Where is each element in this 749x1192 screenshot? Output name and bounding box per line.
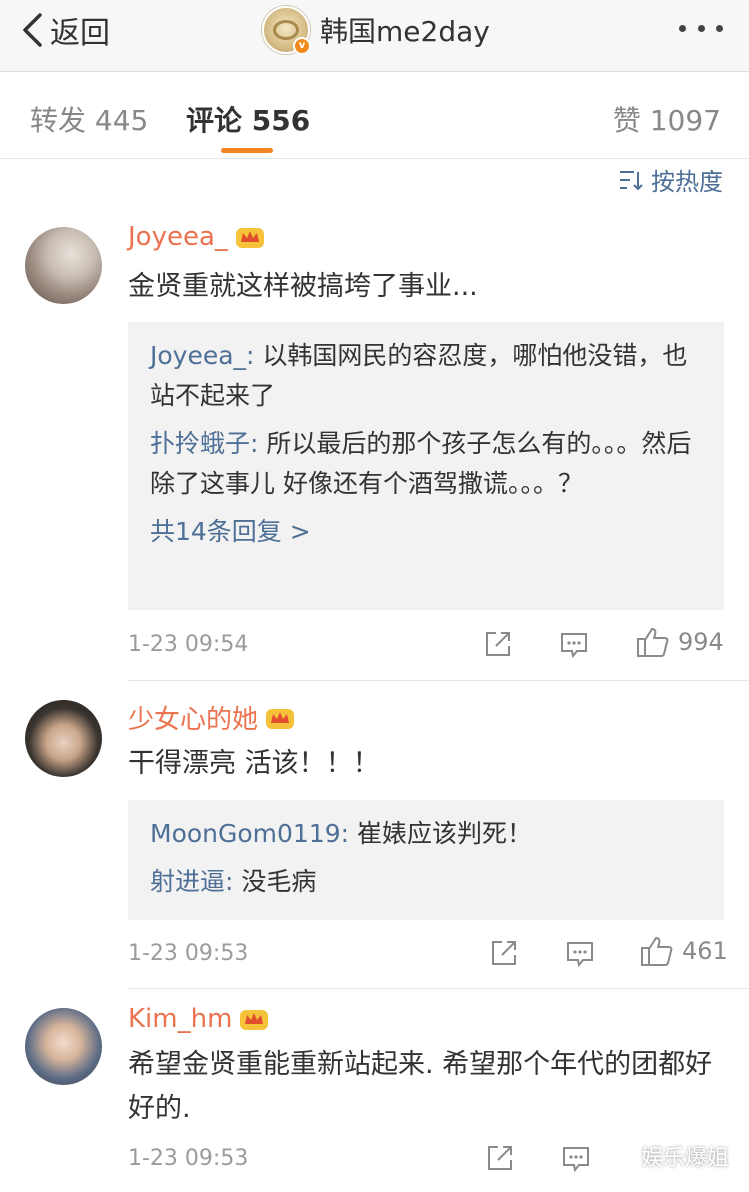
reply-item: MoonGom0119: 崔婊应该判死！ xyxy=(150,814,702,854)
reply-text: 没毛病 xyxy=(233,867,317,896)
reply-text: 崔婊应该判死！ xyxy=(349,819,533,848)
thumbs-up-icon xyxy=(641,937,673,966)
more-options-icon[interactable] xyxy=(679,18,723,38)
view-all-replies-link[interactable]: 共14条回复 > xyxy=(150,512,702,552)
comment-meta-row: 1-23 09:54 994 xyxy=(128,626,724,666)
comment-username[interactable]: Kim_hm xyxy=(128,1004,270,1034)
like-count: 461 xyxy=(682,937,728,965)
comment-text: 金贤重就这样被搞垮了事业... xyxy=(128,271,478,302)
chevron-left-icon xyxy=(23,13,42,47)
sort-by-hot-button[interactable]: 按热度 xyxy=(619,162,723,197)
page-title: 韩国me2day xyxy=(320,15,490,48)
reply-comment-icon[interactable] xyxy=(558,628,590,660)
wechat-icon xyxy=(606,1144,636,1167)
share-icon[interactable] xyxy=(484,1142,516,1174)
comment-text: 干得漂亮 活该！！！ xyxy=(128,748,380,779)
reply-username[interactable]: Joyeea_: xyxy=(150,341,254,370)
comment-username[interactable]: Joyeea_ xyxy=(128,222,266,252)
reply-box[interactable]: Joyeea_: 以韩国网民的容忍度，哪怕他没错，也站不起来了 扑拎蛾子: 所以… xyxy=(128,322,724,610)
comment-time: 1-23 09:53 xyxy=(128,941,249,966)
watermark: 娱乐爆姐 xyxy=(606,1140,729,1172)
comment-username[interactable]: 少女心的她 xyxy=(128,699,296,736)
tab-bar: 转发 445 评论 556 赞 1097 xyxy=(0,73,749,159)
thumbs-up-icon xyxy=(637,628,669,657)
comment-time: 1-23 09:54 xyxy=(128,632,249,657)
tab-repost[interactable]: 转发 445 xyxy=(30,99,148,139)
account-avatar[interactable]: v xyxy=(262,6,311,55)
comment-text: 希望金贤重能重新站起来. 希望那个年代的团都好好的. xyxy=(128,1049,713,1124)
sort-icon xyxy=(620,170,643,190)
comment-time: 1-23 09:53 xyxy=(128,1146,249,1171)
share-icon[interactable] xyxy=(488,937,520,969)
crown-badge-icon xyxy=(240,1010,269,1030)
back-label: 返回 xyxy=(50,16,110,51)
reply-username[interactable]: MoonGom0119: xyxy=(150,819,349,848)
username-text: Kim_hm xyxy=(128,1004,233,1034)
like-button[interactable]: 461 xyxy=(640,935,728,967)
tab-comments[interactable]: 评论 556 xyxy=(186,99,310,139)
sort-label: 按热度 xyxy=(651,168,723,196)
avatar[interactable] xyxy=(25,227,102,304)
reply-username[interactable]: 射进逼: xyxy=(150,867,233,896)
crown-badge-icon xyxy=(235,228,264,248)
avatar[interactable] xyxy=(25,1008,102,1085)
comment-meta-row: 1-23 09:53 461 xyxy=(128,935,728,975)
reply-item: 射进逼: 没毛病 xyxy=(150,862,702,902)
tab-likes[interactable]: 赞 1097 xyxy=(613,99,721,139)
reply-comment-icon[interactable] xyxy=(564,937,596,969)
share-icon[interactable] xyxy=(482,628,514,660)
verified-badge-icon: v xyxy=(293,37,311,55)
divider xyxy=(128,680,749,681)
reply-comment-icon[interactable] xyxy=(560,1142,592,1174)
divider xyxy=(128,988,749,989)
watermark-text: 娱乐爆姐 xyxy=(640,1146,729,1171)
reply-item: Joyeea_: 以韩国网民的容忍度，哪怕他没错，也站不起来了 xyxy=(150,336,702,416)
avatar[interactable] xyxy=(25,700,102,777)
crown-badge-icon xyxy=(266,708,295,729)
account-header[interactable]: v 韩国me2day xyxy=(262,6,490,55)
like-button[interactable]: 994 xyxy=(636,626,724,658)
back-button[interactable]: 返回 xyxy=(20,10,110,51)
reply-username[interactable]: 扑拎蛾子: xyxy=(150,429,258,458)
username-text: 少女心的她 xyxy=(128,705,259,735)
active-tab-indicator xyxy=(221,148,273,153)
top-navigation-bar: 返回 v 韩国me2day xyxy=(0,0,749,72)
reply-box[interactable]: MoonGom0119: 崔婊应该判死！ 射进逼: 没毛病 xyxy=(128,800,724,920)
reply-item: 扑拎蛾子: 所以最后的那个孩子怎么有的。。。然后除了这事儿 好像还有个酒驾撒谎。… xyxy=(150,424,702,504)
like-count: 994 xyxy=(678,628,724,656)
username-text: Joyeea_ xyxy=(128,222,228,252)
